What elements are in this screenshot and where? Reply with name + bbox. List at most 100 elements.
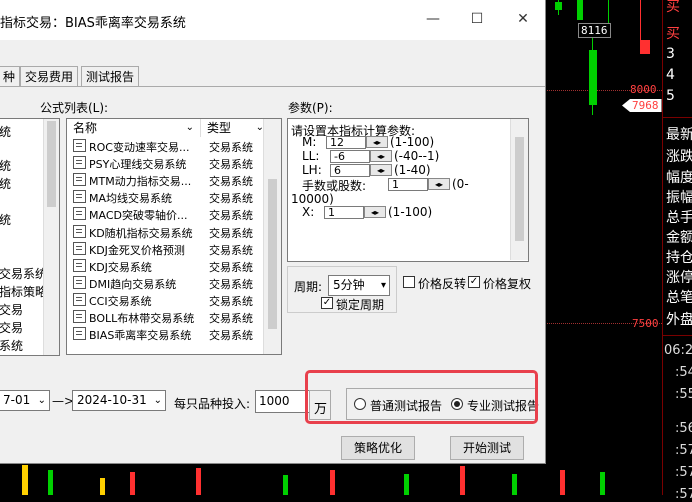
- params-scrollbar[interactable]: [510, 119, 528, 260]
- quote-level-4: 4: [666, 67, 675, 83]
- tab-test-report[interactable]: 测试报告: [81, 66, 140, 87]
- list-item[interactable]: 交易系统: [0, 265, 47, 282]
- formula-list-item[interactable]: MTM动力指标交易... 交易系统: [73, 173, 253, 190]
- param-spinner[interactable]: ◂▸: [364, 206, 386, 218]
- category-list[interactable]: 统 统 统 统 交易系统 指标策略 交易 交易 系统: [0, 118, 60, 356]
- tab-divider: [0, 86, 545, 87]
- formula-list-item[interactable]: KD随机指标交易系统 交易系统: [73, 224, 253, 242]
- quote-level-3: 3: [666, 46, 675, 62]
- tick-time: 06:29: [664, 343, 692, 358]
- param-range: (1-100): [390, 135, 435, 149]
- formula-list-item[interactable]: MA均线交易系统 交易系统: [73, 190, 253, 207]
- volume-bar: [600, 472, 605, 495]
- lock-period-checkbox[interactable]: ✓: [321, 297, 333, 309]
- indicator-trading-dialog: 指标交易：BIAS乖离率交易系统 — ☐ ✕ 种 交易费用 测试报告 统 统 统…: [0, 0, 546, 464]
- invest-input[interactable]: 1000: [255, 390, 310, 413]
- param-input[interactable]: 1: [324, 206, 364, 219]
- price-reverse-checkbox[interactable]: [403, 276, 415, 288]
- formula-list-item[interactable]: KDJ交易系统 交易系统: [73, 258, 253, 276]
- price-restore-checkbox[interactable]: ✓: [468, 276, 480, 288]
- formula-scrollbar[interactable]: [263, 119, 281, 354]
- tick-time: :54: [675, 365, 692, 380]
- formula-type: 交易系统: [209, 141, 253, 154]
- list-item[interactable]: 交易: [0, 301, 23, 318]
- scroll-thumb[interactable]: [268, 179, 277, 329]
- formula-list-item[interactable]: DMI趋向交易系统 交易系统: [73, 275, 253, 293]
- start-test-button[interactable]: 开始测试: [450, 436, 524, 460]
- volume-bar: [283, 475, 288, 495]
- close-button[interactable]: ✕: [508, 8, 538, 30]
- volume-bar: [22, 465, 28, 495]
- formula-list-item[interactable]: BIAS乖离率交易系统 交易系统: [73, 327, 253, 344]
- volume-bar: [196, 468, 201, 495]
- param-spinner[interactable]: ◂▸: [366, 136, 388, 148]
- list-item[interactable]: 系统: [0, 337, 23, 354]
- tab-variety[interactable]: 种: [0, 66, 21, 87]
- quote-divider: [663, 117, 692, 118]
- candle: [555, 2, 562, 10]
- start-date-picker[interactable]: 7-01 ⌄: [0, 390, 50, 411]
- dialog-title: 指标交易：BIAS乖离率交易系统: [0, 16, 186, 31]
- param-spinner[interactable]: ◂▸: [370, 150, 392, 162]
- param-input[interactable]: -6: [330, 150, 370, 163]
- param-spinner[interactable]: ◂▸: [370, 164, 392, 176]
- param-input[interactable]: 1: [388, 178, 428, 191]
- price-restore-label: 价格复权: [483, 277, 532, 291]
- period-select[interactable]: 5分钟 ▾: [328, 275, 390, 296]
- formula-list-item[interactable]: PSY心理线交易系统 交易系统: [73, 156, 253, 173]
- formula-list-item[interactable]: KDJ金死叉价格预测 交易系统: [73, 241, 253, 259]
- formula-list-item[interactable]: CCI交易系统 交易系统: [73, 292, 253, 310]
- list-item[interactable]: 统: [0, 157, 11, 174]
- param-label: LL:: [302, 149, 320, 163]
- param-range: (1-100): [388, 205, 433, 219]
- candle: [577, 0, 583, 20]
- formula-icon: [73, 190, 86, 204]
- column-type-label: 类型: [207, 121, 232, 135]
- tab-label: 测试报告: [86, 70, 135, 84]
- formula-icon: [73, 173, 86, 187]
- candle: [589, 50, 597, 105]
- list-item[interactable]: 统: [0, 211, 11, 228]
- list-item[interactable]: 指标策略: [0, 283, 47, 300]
- scroll-thumb[interactable]: [515, 137, 524, 241]
- date-arrow: —>: [52, 394, 75, 408]
- formula-type: 交易系统: [209, 260, 253, 274]
- formula-list-item[interactable]: BOLL布林带交易系统 交易系统: [73, 310, 253, 327]
- chevron-down-icon: ⌄: [37, 395, 46, 406]
- formula-list[interactable]: 名称 ⌄ 类型 ⌄ ROC变动速率交易... 交易系统 PSY心理线交易系统 交易系统 MT…: [66, 118, 282, 355]
- quote-level-5: 5: [666, 88, 675, 104]
- formula-list-item[interactable]: ROC变动速率交易... 交易系统: [73, 139, 253, 156]
- scroll-thumb[interactable]: [47, 121, 56, 207]
- column-header-name[interactable]: 名称 ⌄: [67, 119, 201, 137]
- formula-icon: [73, 139, 86, 152]
- formula-name: BOLL布林带交易系统: [89, 312, 195, 325]
- category-scrollbar[interactable]: [43, 119, 59, 355]
- period-label: 周期:: [294, 280, 323, 294]
- candle: [640, 0, 641, 40]
- tick-time: :57: [675, 465, 692, 480]
- tab-trading-fees[interactable]: 交易费用: [20, 66, 79, 87]
- formula-list-item[interactable]: MACD突破零轴价... 交易系统: [73, 207, 253, 224]
- end-date-value: 2024-10-31: [77, 393, 147, 407]
- tick-time: :55: [675, 387, 692, 402]
- list-item[interactable]: 统: [0, 175, 11, 192]
- minimize-button[interactable]: —: [418, 8, 448, 30]
- formula-icon: [73, 327, 86, 341]
- param-input[interactable]: 6: [330, 164, 370, 177]
- param-input[interactable]: 12: [326, 136, 366, 149]
- formula-type: 交易系统: [209, 175, 253, 189]
- formula-type: 交易系统: [209, 192, 253, 206]
- param-label: LH:: [302, 163, 322, 177]
- formula-icon: [73, 156, 86, 170]
- column-name-label: 名称: [73, 121, 98, 135]
- maximize-button[interactable]: ☐: [462, 8, 492, 30]
- list-item[interactable]: 交易: [0, 319, 23, 336]
- end-date-picker[interactable]: 2024-10-31 ⌄: [72, 390, 166, 411]
- list-item[interactable]: 统: [0, 123, 11, 140]
- param-spinner[interactable]: ◂▸: [428, 178, 450, 190]
- strategy-optimize-button[interactable]: 策略优化: [341, 436, 415, 460]
- dialog-titlebar[interactable]: 指标交易：BIAS乖离率交易系统 — ☐ ✕: [0, 0, 545, 40]
- stat-change: 涨跌: [666, 149, 692, 165]
- stat-outer: 外盘: [666, 312, 692, 328]
- formula-type: 交易系统: [209, 243, 253, 257]
